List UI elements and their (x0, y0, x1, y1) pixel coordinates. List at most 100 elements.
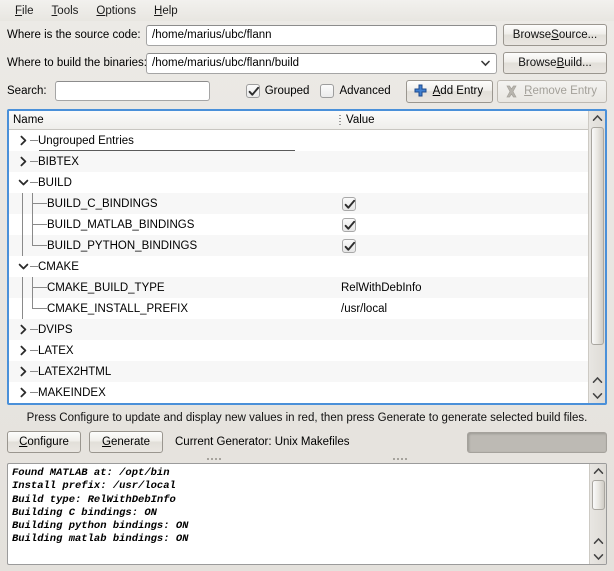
tree-row-label: BUILD (38, 176, 72, 189)
browse-source-button[interactable]: Browse Source... (503, 24, 607, 46)
tree-row-label: MAKEINDEX (38, 386, 106, 399)
log-scroll-down-icon[interactable] (590, 549, 607, 564)
chevron-right-icon[interactable] (17, 156, 30, 167)
tree-trunk-line (17, 235, 31, 256)
advanced-checkbox[interactable]: Advanced (320, 84, 391, 98)
value-checkbox[interactable] (342, 196, 356, 211)
menu-item-tools[interactable]: Tools (43, 3, 88, 19)
chevron-down-icon[interactable] (17, 177, 30, 188)
scroll-up-icon-2[interactable] (589, 373, 606, 388)
column-header-name[interactable]: Name (9, 114, 339, 126)
tree-row-label: BIBTEX (38, 155, 79, 168)
tree-trunk-line (17, 277, 31, 298)
source-path-value: /home/marius/ubc/flann (152, 29, 272, 41)
configure-button[interactable]: Configure (7, 431, 81, 453)
tree-row-name-cell: CMAKE_BUILD_TYPE (9, 277, 339, 298)
tree-row-name-cell: BUILD (9, 172, 339, 193)
chevron-right-icon[interactable] (17, 135, 30, 146)
tree-row-value-cell[interactable] (339, 196, 588, 211)
tree-row-value-cell[interactable]: /usr/local (339, 303, 588, 315)
build-path-label: Where to build the binaries: (7, 57, 147, 69)
value-checkbox[interactable] (342, 238, 356, 253)
tree-row-label: BUILD_C_BINDINGS (47, 197, 158, 210)
tree-group-row[interactable]: Ungrouped Entries (9, 130, 588, 151)
remove-entry-button[interactable]: Remove Entry (497, 79, 607, 103)
tree-connector (30, 135, 38, 146)
scroll-up-icon[interactable] (589, 111, 606, 126)
column-header-value[interactable]: Value (346, 114, 588, 126)
menu-item-options[interactable]: Options (87, 3, 145, 19)
scroll-down-icon[interactable] (589, 388, 606, 403)
tree-scroll-thumb[interactable] (590, 127, 604, 345)
grouped-checkbox-box (245, 84, 260, 98)
tree-group-row[interactable]: CMAKE (9, 256, 588, 277)
tree-trunk-line (17, 193, 31, 214)
tree-row-label: CMAKE_BUILD_TYPE (47, 281, 165, 294)
tree-row-value-cell[interactable] (339, 217, 588, 232)
build-path-combobox[interactable]: /home/marius/ubc/flann/build (146, 52, 497, 74)
browse-build-button[interactable]: Browse Build... (503, 52, 607, 74)
log-scroll-up-icon[interactable] (590, 464, 607, 479)
current-generator-label: Current Generator: Unix Makefiles (175, 436, 350, 448)
tree-entry-row[interactable]: CMAKE_INSTALL_PREFIX/usr/local (9, 298, 588, 319)
tree-group-row[interactable]: BIBTEX (9, 151, 588, 172)
search-label: Search: (7, 85, 47, 97)
menu-item-help[interactable]: Help (145, 3, 187, 19)
tree-row-name-cell: BIBTEX (9, 151, 339, 172)
splitter-grip-right (392, 457, 408, 460)
tree-entry-row[interactable]: CMAKE_BUILD_TYPE RelWithDebInfo (9, 277, 588, 298)
chevron-right-icon[interactable] (17, 366, 30, 377)
tree-group-row[interactable]: LATEX (9, 340, 588, 361)
tree-row-label: BUILD_PYTHON_BINDINGS (47, 239, 198, 252)
tree-elbow-connector (31, 235, 47, 256)
generate-button[interactable]: Generate (89, 431, 163, 453)
chevron-down-icon (481, 59, 490, 68)
output-log: Found MATLAB at: /opt/bin Install prefix… (7, 463, 607, 565)
tree-connector (30, 177, 38, 188)
tree-entry-row[interactable]: BUILD_C_BINDINGS (9, 193, 588, 214)
splitter-handle[interactable] (0, 454, 614, 463)
tree-entry-row[interactable]: BUILD_MATLAB_BINDINGS (9, 214, 588, 235)
tree-row-value-cell[interactable]: RelWithDebInfo (339, 282, 588, 294)
tree-row-name-cell: DVIPS (9, 319, 339, 340)
log-scroll-track[interactable] (590, 479, 607, 534)
cache-tree-column: Name Value Ungrouped Entries BIBTEX BUILD B… (9, 111, 588, 403)
tree-row-name-cell: MAKEINDEX (9, 382, 339, 403)
tree-row-name-cell: BUILD_MATLAB_BINDINGS (9, 214, 339, 235)
search-toolbar-row: Search: Grouped Advanced Add Entry Remov… (0, 77, 614, 105)
tree-group-row[interactable]: DVIPS (9, 319, 588, 340)
tree-group-row[interactable]: LATEX2HTML (9, 361, 588, 382)
hint-text: Press Configure to update and display ne… (26, 412, 588, 424)
tree-row-value-cell[interactable] (339, 238, 588, 253)
tree-group-row[interactable]: BUILD (9, 172, 588, 193)
tree-scroll-track[interactable] (589, 126, 606, 373)
tree-elbow-connector (31, 298, 47, 319)
log-scroll-up-icon-2[interactable] (590, 534, 607, 549)
column-separator[interactable] (339, 114, 341, 126)
tree-row-name-cell: LATEX2HTML (9, 361, 339, 382)
cache-tree: Name Value Ungrouped Entries BIBTEX BUILD B… (7, 109, 607, 405)
build-path-row: Where to build the binaries: /home/mariu… (0, 49, 614, 77)
tree-row-name-cell: Ungrouped Entries (9, 130, 339, 151)
chevron-right-icon[interactable] (17, 387, 30, 398)
source-path-input[interactable]: /home/marius/ubc/flann (146, 24, 497, 46)
tree-vertical-scrollbar[interactable] (588, 111, 605, 403)
value-text: /usr/local (341, 302, 388, 315)
chevron-right-icon[interactable] (17, 345, 30, 356)
tree-row-label: LATEX2HTML (38, 365, 112, 378)
search-input[interactable] (54, 81, 210, 101)
log-vertical-scrollbar[interactable] (589, 464, 606, 564)
menu-item-file[interactable]: File (6, 3, 43, 19)
add-entry-label: Add Entry (432, 85, 484, 97)
tree-group-row[interactable]: MAKEINDEX (9, 382, 588, 403)
output-log-text[interactable]: Found MATLAB at: /opt/bin Install prefix… (8, 464, 589, 564)
chevron-right-icon[interactable] (17, 324, 30, 335)
grouped-checkbox[interactable]: Grouped (245, 84, 309, 98)
chevron-down-icon[interactable] (17, 261, 30, 272)
value-checkbox[interactable] (342, 217, 356, 232)
x-icon (504, 84, 519, 99)
add-entry-button[interactable]: Add Entry (405, 79, 494, 103)
log-scroll-thumb[interactable] (591, 480, 605, 510)
action-bar: Configure Generate Current Generator: Un… (0, 430, 614, 454)
tree-entry-row[interactable]: BUILD_PYTHON_BINDINGS (9, 235, 588, 256)
